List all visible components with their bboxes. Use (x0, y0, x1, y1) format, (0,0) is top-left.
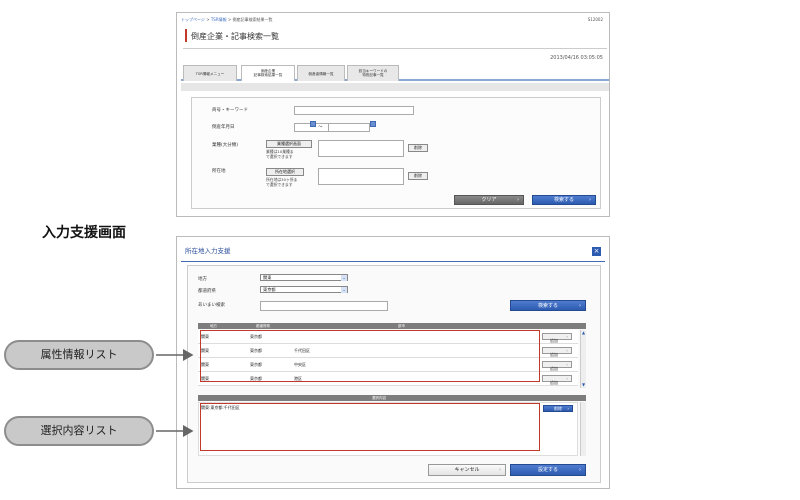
callout-arrows (156, 349, 194, 437)
